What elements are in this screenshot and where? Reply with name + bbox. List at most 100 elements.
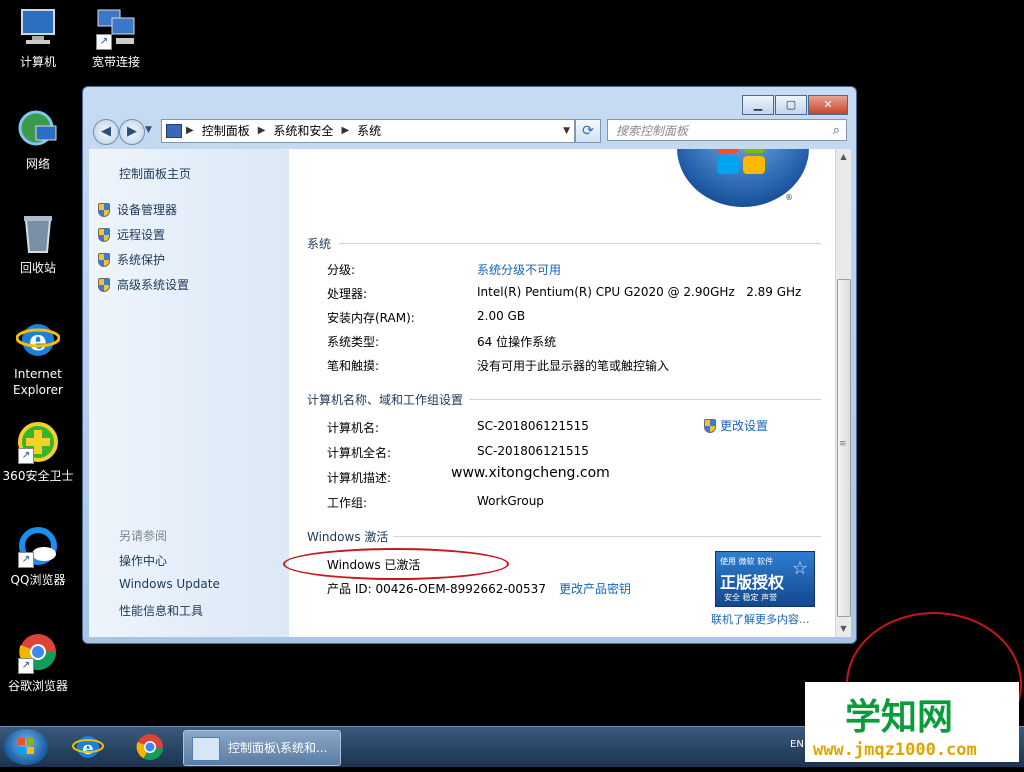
maximize-button[interactable]: ▢ — [775, 95, 807, 115]
ram-label: 安装内存(RAM): — [327, 311, 415, 325]
taskbar-chrome-icon[interactable] — [130, 731, 170, 763]
desktop-icon-broadband[interactable]: ↗ 宽带连接 — [78, 6, 154, 70]
change-settings-label: 更改设置 — [720, 419, 769, 433]
site-watermark: 学知网 www.jmqz1000.com — [805, 682, 1019, 762]
caption-buttons: ▁ ▢ ✕ — [741, 95, 848, 115]
star-icon: ☆ — [791, 558, 808, 579]
windows-start-icon — [18, 738, 34, 754]
description-label: 计算机描述: — [327, 471, 392, 485]
desktop-icon-label: 计算机 — [19, 55, 56, 69]
back-button[interactable]: ◀ — [93, 119, 119, 145]
computer-name-label: 计算机名: — [327, 421, 380, 435]
address-bar[interactable]: ▶ 控制面板 ▶ 系统和安全 ▶ 系统 ▼ — [161, 119, 575, 143]
watermark-title: 学知网 — [845, 697, 954, 738]
system-heading: 系统 — [307, 237, 332, 251]
workgroup-label: 工作组: — [327, 496, 368, 510]
shortcut-arrow-icon: ↗ — [18, 658, 34, 674]
close-button[interactable]: ✕ — [808, 95, 848, 115]
description-value: www.xitongcheng.com — [451, 465, 610, 481]
link-windows-update[interactable]: Windows Update — [119, 577, 220, 591]
control-panel-icon — [192, 737, 220, 761]
system-type-value: 64 位操作系统 — [477, 335, 557, 349]
learn-more-link[interactable]: 联机了解更多内容... — [711, 611, 810, 627]
task-system-protection[interactable]: 系统保护 — [97, 251, 165, 268]
task-label: 设备管理器 — [117, 203, 178, 217]
change-settings-link[interactable]: 更改设置 — [703, 417, 768, 434]
recent-pages-chevron-icon[interactable]: ▼ — [145, 125, 152, 135]
breadcrumb: ▶ 控制面板 ▶ 系统和安全 ▶ 系统 — [186, 120, 381, 142]
vertical-scrollbar[interactable]: ▲ ≡ ▼ — [835, 149, 851, 637]
taskbar-control-panel-task[interactable]: 控制面板\系统和... — [183, 730, 341, 766]
rating-label: 分级: — [327, 263, 356, 277]
full-name-label: 计算机全名: — [327, 446, 392, 460]
search-placeholder: 搜索控制面板 — [616, 124, 689, 138]
scroll-down-icon[interactable]: ▼ — [836, 621, 851, 637]
ram-value: 2.00 GB — [477, 309, 526, 323]
desktop-icon-label: Internet Explorer — [13, 367, 63, 397]
computer-icon — [16, 6, 60, 50]
computer-name-heading: 计算机名称、域和工作组设置 — [307, 393, 464, 407]
search-icon[interactable]: ⌕ — [833, 120, 840, 142]
processor-value: Intel(R) Pentium(R) CPU G2020 @ 2.90GHz … — [477, 285, 802, 299]
processor-label: 处理器: — [327, 287, 368, 301]
task-advanced-settings[interactable]: 高级系统设置 — [97, 276, 189, 293]
link-action-center[interactable]: 操作中心 — [119, 552, 167, 569]
desktop-icon-label: 宽带连接 — [91, 55, 140, 69]
forward-button[interactable]: ▶ — [119, 119, 145, 145]
desktop-icon-chrome[interactable]: ↗ 谷歌浏览器 — [0, 630, 76, 694]
desktop-icon-label: QQ浏览器 — [10, 573, 66, 587]
uac-shield-icon — [97, 227, 111, 243]
task-label: 高级系统设置 — [117, 278, 190, 292]
desktop-icon-qq-browser[interactable]: ↗ QQ浏览器 — [0, 524, 76, 588]
desktop-icon-label: 网络 — [25, 157, 50, 171]
breadcrumb-control-panel[interactable]: 控制面板 — [202, 120, 250, 142]
chrome-icon: ↗ — [16, 630, 60, 674]
uac-shield-icon — [97, 252, 111, 268]
breadcrumb-system[interactable]: 系统 — [357, 120, 381, 142]
change-product-key-link[interactable]: 更改产品密钥 — [559, 580, 631, 597]
genuine-microsoft-badge[interactable]: 使用 微软 软件 正版授权 安全 稳定 声誉 ☆ — [715, 551, 815, 607]
control-panel-home-link[interactable]: 控制面板主页 — [119, 165, 191, 182]
registered-mark-icon: ® — [785, 193, 793, 202]
section-divider — [339, 243, 821, 244]
internet-explorer-icon: e — [15, 318, 61, 362]
desktop-icon-label: 谷歌浏览器 — [7, 679, 68, 693]
system-type-label: 系统类型: — [327, 335, 380, 349]
breadcrumb-system-security[interactable]: 系统和安全 — [273, 120, 333, 142]
shortcut-arrow-icon: ↗ — [18, 552, 34, 568]
task-label: 控制面板\系统和... — [228, 741, 328, 755]
start-button[interactable] — [4, 729, 48, 765]
product-id: 产品 ID: 00426-OEM-8992662-00537 — [327, 582, 546, 596]
navigation-toolbar: ◀ ▶ ▼ ▶ 控制面板 ▶ 系统和安全 ▶ 系统 ▼ ⟳ 搜索控制面板 ⌕ — [89, 119, 850, 145]
computer-name-value: SC-201806121515 — [477, 419, 589, 433]
desktop-icon-network[interactable]: 网络 — [0, 108, 76, 172]
minimize-button[interactable]: ▁ — [742, 95, 774, 115]
shortcut-arrow-icon: ↗ — [18, 448, 34, 464]
desktop-icon-recycle-bin[interactable]: 回收站 — [0, 212, 76, 276]
genuine-badge-bottom: 安全 稳定 声誉 — [724, 593, 778, 602]
desktop-icon-ie[interactable]: e Internet Explorer — [0, 318, 76, 398]
link-performance-info[interactable]: 性能信息和工具 — [119, 602, 203, 619]
search-input[interactable]: 搜索控制面板 ⌕ — [607, 119, 847, 141]
see-also-heading: 另请参阅 — [119, 529, 168, 543]
breadcrumb-arrow-icon[interactable]: ▶ — [186, 120, 194, 142]
language-indicator[interactable]: EN — [790, 739, 804, 750]
scroll-up-icon[interactable]: ▲ — [836, 149, 851, 165]
qq-browser-icon: ↗ — [16, 524, 60, 568]
rating-value-link[interactable]: 系统分级不可用 — [477, 261, 561, 278]
desktop-icon-computer[interactable]: 计算机 — [0, 6, 76, 70]
breadcrumb-arrow-icon[interactable]: ▶ — [258, 120, 266, 142]
address-dropdown-icon[interactable]: ▼ — [563, 120, 570, 142]
uac-shield-icon — [97, 277, 111, 293]
section-divider — [393, 536, 821, 537]
scroll-grip-icon: ≡ — [839, 439, 847, 449]
task-device-manager[interactable]: 设备管理器 — [97, 201, 177, 218]
task-remote-settings[interactable]: 远程设置 — [97, 226, 165, 243]
refresh-button[interactable]: ⟳ — [575, 119, 601, 143]
breadcrumb-arrow-icon[interactable]: ▶ — [341, 120, 349, 142]
desktop-icon-360[interactable]: ↗ 360安全卫士 — [0, 420, 76, 484]
task-label: 系统保护 — [117, 253, 166, 267]
desktop-icon-label: 回收站 — [19, 261, 56, 275]
taskbar-ie-icon[interactable]: e — [68, 731, 108, 763]
section-divider — [469, 399, 821, 400]
